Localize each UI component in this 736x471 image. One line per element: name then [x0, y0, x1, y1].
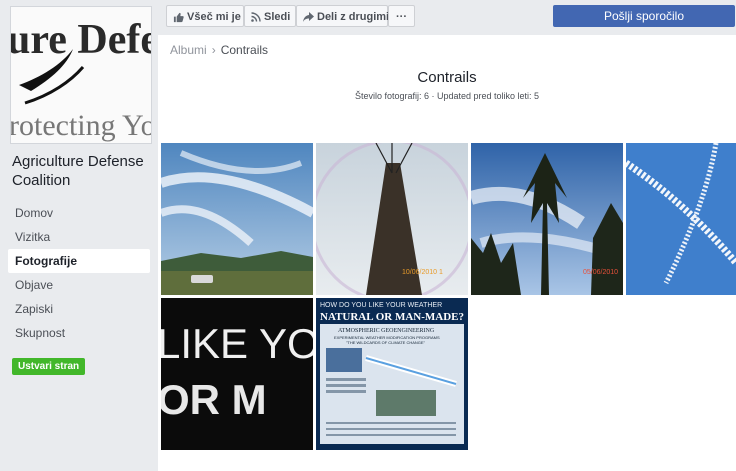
photo-blue-sky-trails-image [626, 143, 736, 295]
breadcrumb-albums-link[interactable]: Albumi [170, 43, 207, 57]
photo-text-line-1: LIKE YO [161, 320, 313, 367]
like-button[interactable]: Všeč mi je [166, 5, 244, 27]
create-page-button[interactable]: Ustvari stran [12, 358, 86, 375]
photo-utility-pole-image: 10/06/2010 1 [316, 143, 468, 295]
follow-label: Sledi [264, 11, 291, 23]
poster-title: NATURAL OR MAN-MADE? [320, 311, 464, 323]
photo-like-your-weather-image: LIKE YO OR M [161, 298, 313, 450]
logo-text-bottom: rotecting Yo [11, 109, 151, 142]
more-button[interactable]: ··· [388, 5, 415, 27]
nav-posts[interactable]: Objave [8, 273, 150, 297]
album-content: Albumi › Contrails Contrails Število fotog… [158, 35, 736, 471]
page-name[interactable]: Agriculture Defense Coalition [12, 152, 154, 190]
follow-button[interactable]: Sledi [244, 5, 296, 27]
album-meta: Število fotografij: 6 · Updated pred tol… [354, 91, 540, 101]
photo-trees-contrails[interactable]: 05/06/2010 [471, 143, 623, 295]
chevron-right-icon: › [211, 43, 216, 57]
nav-community[interactable]: Skupnost [8, 321, 150, 345]
share-arrow-icon [303, 12, 314, 23]
breadcrumb-current: Contrails [220, 43, 269, 57]
nav-photos[interactable]: Fotografije [8, 249, 150, 273]
photo-like-your-weather[interactable]: LIKE YO OR M [161, 298, 313, 450]
nav-notes[interactable]: Zapiski [8, 297, 150, 321]
poster-line-2: "THE WILDCARDS OF CLIMATE CHANGE" [346, 340, 426, 345]
photo-weather-poster[interactable]: HOW DO YOU LIKE YOUR WEATHER NATURAL OR … [316, 298, 468, 450]
poster-header: HOW DO YOU LIKE YOUR WEATHER [320, 302, 442, 309]
logo-image: ure Defe rotecting Yo [11, 7, 151, 143]
album-title: Contrails [417, 69, 477, 86]
photo-weather-poster-image: HOW DO YOU LIKE YOUR WEATHER NATURAL OR … [316, 298, 468, 450]
more-dots-icon: ··· [396, 11, 407, 23]
photo-date-stamp-2: 05/06/2010 [583, 269, 618, 276]
photo-date-stamp: 10/06/2010 1 [402, 269, 443, 276]
send-message-button[interactable]: Pošlji sporočilo [553, 5, 735, 27]
photo-utility-pole[interactable]: 10/06/2010 1 [316, 143, 468, 295]
breadcrumb: Albumi › Contrails [170, 43, 268, 57]
thumbs-up-icon [173, 12, 184, 22]
left-sidebar: ure Defe rotecting Yo Agriculture Defens… [0, 0, 158, 471]
share-button[interactable]: Deli z drugimi [296, 5, 390, 27]
photo-text-line-2: OR M [161, 376, 267, 423]
nav-about[interactable]: Vizitka [8, 225, 150, 249]
page-profile-picture[interactable]: ure Defe rotecting Yo [10, 6, 152, 144]
photo-blue-sky-trails[interactable] [626, 143, 736, 295]
photo-trees-contrails-image: 05/06/2010 [471, 143, 623, 295]
nav-home[interactable]: Domov [8, 201, 150, 225]
like-label: Všeč mi je [187, 11, 241, 23]
share-label: Deli z drugimi [317, 11, 390, 23]
rss-icon [251, 12, 261, 22]
page-action-bar: Všeč mi je Sledi Deli z drugimi ··· Pošl… [158, 0, 736, 32]
poster-subtitle: ATMOSPHERIC GEOENGINEERING [338, 328, 435, 334]
photo-contrails-field-image [161, 143, 313, 295]
sidebar-nav: Domov Vizitka Fotografije Objave Zapiski… [8, 201, 150, 345]
logo-text-top: ure Defe [11, 17, 151, 63]
photo-contrails-field[interactable] [161, 143, 313, 295]
